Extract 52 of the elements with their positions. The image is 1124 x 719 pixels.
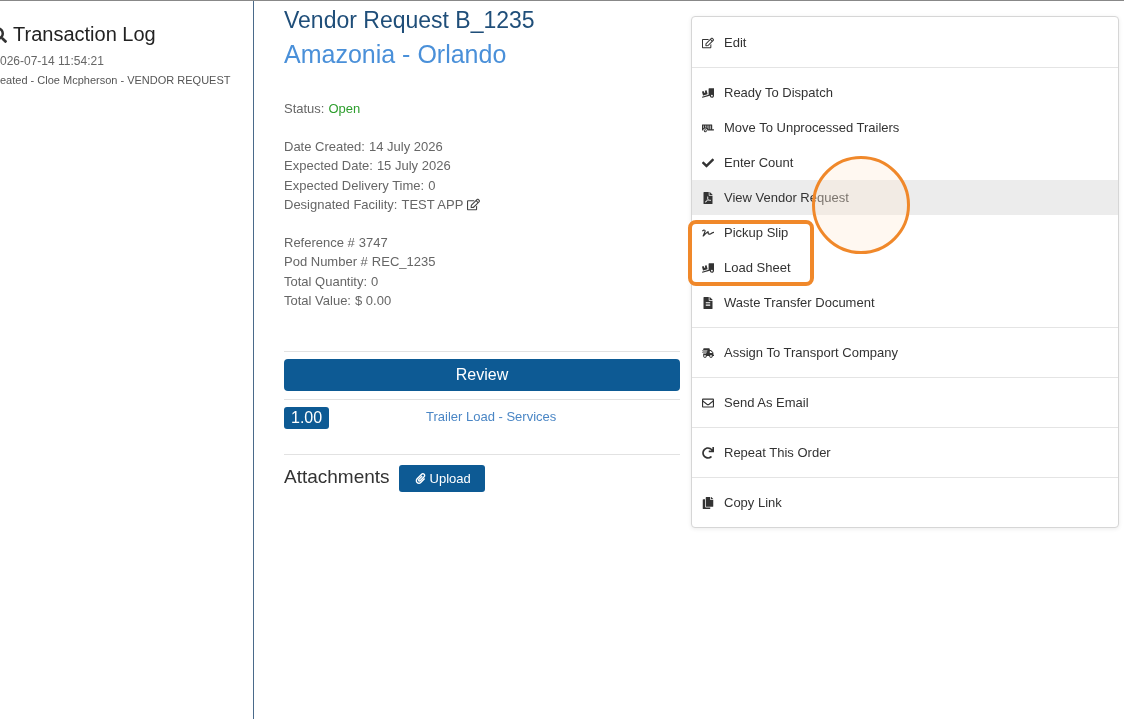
truck-icon — [702, 346, 714, 359]
menu-item[interactable]: Edit — [692, 25, 1118, 60]
menu-item[interactable]: Ready To Dispatch — [692, 75, 1118, 110]
edit-icon — [702, 36, 714, 49]
dolly-icon — [702, 86, 714, 99]
menu-item[interactable]: Send As Email — [692, 385, 1118, 420]
menu-item[interactable]: Pickup Slip — [692, 215, 1118, 250]
field-value: TEST APP — [401, 196, 464, 214]
field-label: Expected Date: — [284, 157, 373, 175]
field-label: Pod Number # — [284, 253, 368, 271]
edit-icon[interactable] — [467, 198, 481, 212]
panel-title: Transaction Log — [13, 23, 156, 46]
field-value: 15 July 2026 — [376, 157, 451, 175]
status-value: Open — [328, 100, 361, 118]
review-button[interactable]: Review — [284, 358, 680, 391]
redo-icon — [702, 446, 714, 459]
item-link[interactable]: Trailer Load - Services — [426, 406, 680, 424]
field-label: Status: — [284, 100, 325, 118]
menu-item[interactable]: Assign To Transport Company — [692, 335, 1118, 370]
copy-icon — [702, 496, 714, 509]
check-icon — [702, 156, 714, 169]
pdf-file-icon — [702, 191, 714, 204]
section-title: Attachments — [284, 465, 390, 488]
field-value: $ 0.00 — [354, 292, 392, 310]
upload-button[interactable]: Upload — [398, 464, 485, 492]
trailer-icon — [702, 121, 714, 134]
log-entry: eated - Cloe Mcpherson - VENDOR REQUEST — [0, 74, 232, 86]
field-label: Total Value: — [284, 292, 351, 310]
vendor-name: Amazonia - Orlando — [284, 40, 508, 69]
field-value: 0 — [371, 272, 379, 291]
menu-item[interactable]: Load Sheet — [692, 250, 1118, 285]
field-label: Expected Delivery Time: — [284, 176, 425, 195]
mail-icon — [702, 396, 714, 409]
field-value: 14 July 2026 — [368, 137, 443, 156]
field-label: Total Quantity: — [284, 272, 368, 291]
paperclip-icon — [414, 472, 426, 484]
menu-item[interactable]: Copy Link — [692, 485, 1118, 520]
field-value: REC_1235 — [371, 253, 436, 271]
log-time: 026-07-14 11:54:21 — [0, 54, 105, 68]
quantity-badge: 1.00 — [284, 406, 330, 429]
field-label: Date Created: — [284, 137, 365, 156]
menu-item[interactable]: Move To Unprocessed Trailers — [692, 110, 1118, 145]
order-title: Vendor Request B_1235 — [284, 7, 536, 34]
menu-item[interactable]: Enter Count — [692, 145, 1118, 180]
menu-item[interactable]: Repeat This Order — [692, 435, 1118, 470]
dolly-icon — [702, 261, 714, 274]
field-value: 0 — [428, 176, 436, 195]
document-icon — [702, 296, 714, 309]
menu-item[interactable]: Waste Transfer Document — [692, 285, 1118, 320]
field-label: Reference # — [284, 233, 355, 252]
field-value: 3747 — [358, 233, 388, 252]
field-label: Designated Facility: — [284, 196, 398, 214]
